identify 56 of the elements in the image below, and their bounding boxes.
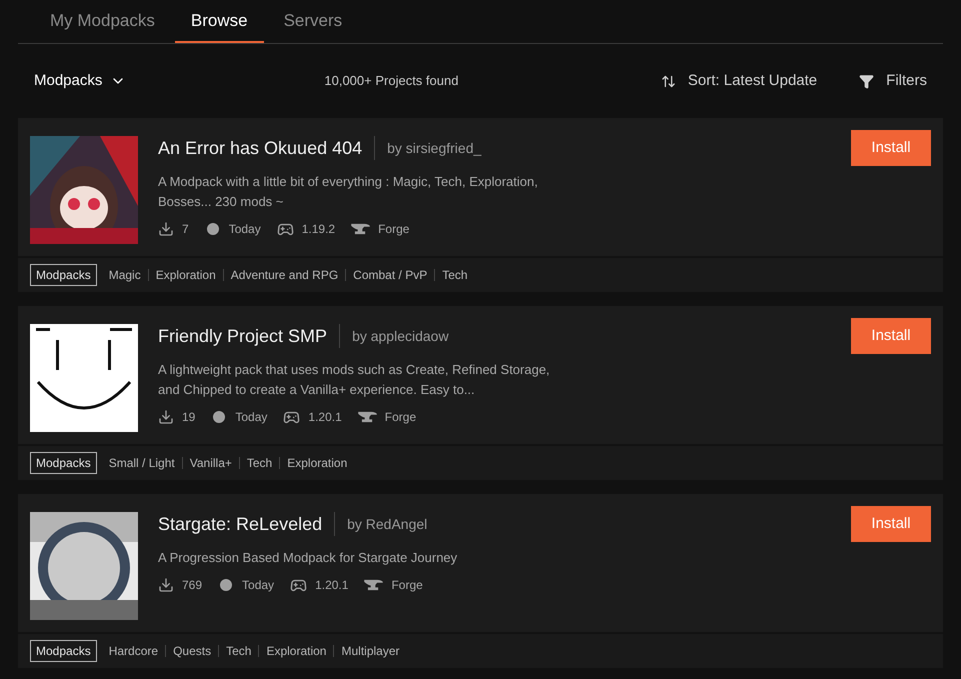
mod-loader: Forge [384,409,416,426]
category-tag[interactable]: Modpacks [30,640,97,662]
game-version: 1.20.1 [315,577,348,594]
download-icon [158,221,174,237]
tab[interactable]: Browse [174,0,264,43]
download-count: 769 [182,577,202,594]
tab[interactable]: My Modpacks [34,0,171,43]
project-author[interactable]: by sirsiegfried_ [387,138,482,158]
anvil-icon [351,222,370,236]
filters-button[interactable]: Filters [859,70,927,92]
updated-date: Today [235,409,268,426]
tag-label[interactable]: Adventure and RPG [230,266,338,284]
project-description: A lightweight pack that uses mods such as Create, Refined Storage, and Chipped to create a Vanilla+ experience. Easy to... [158,361,551,399]
tag-label[interactable]: Combat / PvP [353,266,428,284]
tag-label[interactable]: Tech [246,454,272,472]
results-count: 10,000+ Projects found [324,72,458,90]
category-tag[interactable]: Modpacks [30,264,97,286]
project-author[interactable]: by RedAngel [347,514,428,534]
tag-label[interactable]: Multiplayer [341,642,400,660]
project-card[interactable] [18,118,943,292]
project-author[interactable]: by applecidaow [352,326,449,346]
tab[interactable]: Servers [268,0,358,43]
sort-icon [660,74,676,88]
filter-icon [859,74,874,88]
tag-label[interactable]: Hardcore [108,642,158,660]
tag-label[interactable]: Vanilla+ [190,454,232,472]
anvil-icon [358,410,377,424]
project-title[interactable]: An Error has Okuued 404 [158,134,362,162]
tag-label[interactable]: Quests [173,642,212,660]
project-card[interactable] [18,306,943,480]
mod-loader: Forge [378,221,410,238]
game-version: 1.19.2 [302,221,336,238]
anvil-icon [364,578,384,592]
tag-label[interactable]: Magic [108,266,141,284]
tag-label[interactable]: Small / Light [108,454,175,472]
download-count: 19 [182,409,196,426]
category-tag[interactable]: Modpacks [30,452,97,474]
category-dropdown[interactable]: Modpacks [34,70,126,92]
mod-loader: Forge [391,577,423,594]
project-description: A Modpack with a little bit of everything : Magic, Tech, Exploration, Bosses... 230 mods ~ [158,173,539,211]
project-title[interactable]: Friendly Project SMP [158,322,328,350]
download-icon [158,409,174,425]
download-count: 7 [182,221,189,238]
game-version: 1.20.1 [308,409,342,426]
tag-label[interactable]: Tech [226,642,252,660]
project-card[interactable]: Stargate: ReLeveled by RedAngel A Progression Based Modpack for Stargate Journey 769 Today 1.20.1 Forge Install Modpacks Hardcore Quests Tech Exploration Multiplayer [18,494,943,668]
download-icon [158,577,174,593]
tag-label[interactable]: Tech [442,266,468,284]
updated-date: Today [228,221,261,238]
project-description: A Progression Based Modpack for Stargate Journey [158,549,458,567]
project-title[interactable]: Stargate: ReLeveled [158,510,322,538]
sort-button[interactable]: Sort: Latest Update [660,70,818,92]
updated-date: Today [242,577,274,594]
tag-label[interactable]: Exploration [266,642,326,660]
tag-label[interactable]: Exploration [287,454,348,472]
tag-label[interactable]: Exploration [156,266,216,284]
